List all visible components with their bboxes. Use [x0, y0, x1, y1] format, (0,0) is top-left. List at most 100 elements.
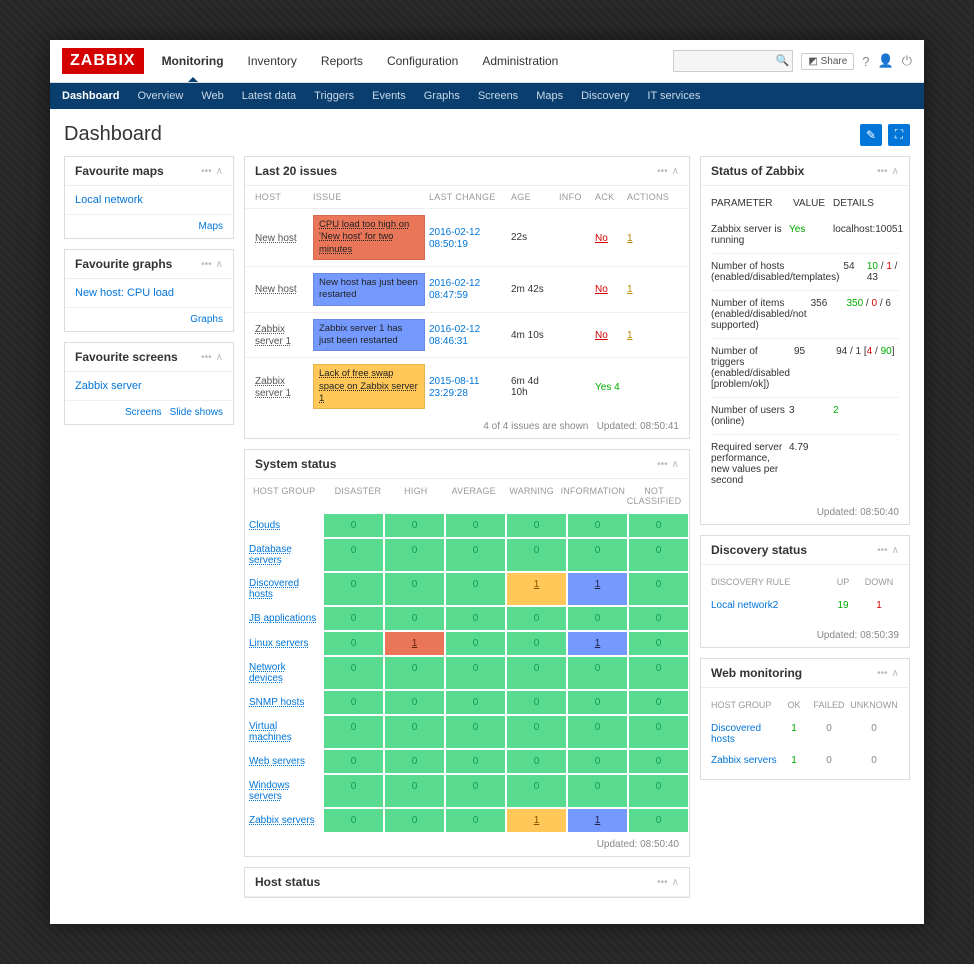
more-icon[interactable]: ••• — [657, 166, 668, 177]
collapse-icon[interactable]: ∧ — [892, 545, 899, 556]
more-icon[interactable]: ••• — [201, 259, 212, 270]
fav-screen-item[interactable]: Zabbix server — [75, 380, 142, 392]
more-icon[interactable]: ••• — [877, 668, 888, 679]
fav-graph-item[interactable]: New host: CPU load — [75, 287, 174, 299]
nav-reports[interactable]: Reports — [321, 54, 363, 68]
collapse-icon[interactable]: ∧ — [216, 166, 223, 177]
issue-badge[interactable]: New host has just been restarted — [313, 273, 425, 306]
col-host: HOST — [255, 192, 309, 202]
nav-administration[interactable]: Administration — [482, 54, 558, 68]
sysstatus-updated: Updated: 08:50:40 — [597, 839, 679, 850]
severity-cell[interactable]: 1 — [506, 808, 567, 833]
issue-host-link[interactable]: Zabbix server 1 — [255, 376, 291, 399]
collapse-icon[interactable]: ∧ — [672, 459, 679, 470]
help-icon[interactable]: ? — [862, 54, 869, 69]
issue-row: New host New host has just been restarte… — [245, 266, 689, 312]
more-icon[interactable]: ••• — [657, 877, 668, 888]
nav-monitoring[interactable]: Monitoring — [162, 54, 224, 68]
issue-lastchange[interactable]: 2016-02-1208:50:19 — [429, 227, 480, 250]
share-button[interactable]: ◩ Share — [801, 53, 854, 70]
issue-host-link[interactable]: Zabbix server 1 — [255, 324, 291, 347]
issue-badge[interactable]: CPU load too high on 'New host' for two … — [313, 215, 425, 260]
collapse-icon[interactable]: ∧ — [672, 877, 679, 888]
subnav-web[interactable]: Web — [201, 83, 223, 109]
graphs-link[interactable]: Graphs — [190, 314, 223, 325]
hostgroup-link[interactable]: Web servers — [245, 749, 323, 774]
issue-action[interactable]: 1 — [627, 233, 633, 244]
issue-ack[interactable]: No — [595, 233, 608, 244]
subnav-overview[interactable]: Overview — [137, 83, 183, 109]
discovery-rule-link[interactable]: Local network2 — [711, 600, 827, 611]
severity-cell[interactable]: 1 — [567, 572, 628, 606]
collapse-icon[interactable]: ∧ — [892, 166, 899, 177]
edit-dashboard-icon[interactable]: ✎ — [860, 124, 882, 146]
issue-action[interactable]: 1 — [627, 284, 633, 295]
subnav-maps[interactable]: Maps — [536, 83, 563, 109]
more-icon[interactable]: ••• — [657, 459, 668, 470]
hostgroup-link[interactable]: Linux servers — [245, 631, 323, 656]
status-row: Number of users (online)32 — [711, 398, 899, 435]
subnav-discovery[interactable]: Discovery — [581, 83, 629, 109]
maps-link[interactable]: Maps — [199, 221, 223, 232]
severity-cell[interactable]: 1 — [506, 572, 567, 606]
collapse-icon[interactable]: ∧ — [672, 166, 679, 177]
status-value: 3 — [789, 405, 829, 427]
nav-inventory[interactable]: Inventory — [248, 54, 297, 68]
subnav-triggers[interactable]: Triggers — [314, 83, 354, 109]
status-details: 10 / 1 / 43 — [867, 261, 899, 283]
issue-host-link[interactable]: New host — [255, 284, 297, 295]
fullscreen-icon[interactable]: ⛶ — [888, 124, 910, 146]
subnav-graphs[interactable]: Graphs — [424, 83, 460, 109]
issue-badge[interactable]: Lack of free swap space on Zabbix server… — [313, 364, 425, 409]
severity-cell[interactable]: 1 — [567, 631, 628, 656]
issue-host-link[interactable]: New host — [255, 233, 297, 244]
hostgroup-link[interactable]: Database servers — [245, 538, 323, 572]
subnav-latest-data[interactable]: Latest data — [242, 83, 296, 109]
hostgroup-link[interactable]: Windows servers — [245, 774, 323, 808]
hostgroup-link[interactable]: Discovered hosts — [245, 572, 323, 606]
discovery-up: 19 — [827, 600, 859, 611]
severity-cell[interactable]: 1 — [384, 631, 445, 656]
hostgroup-link[interactable]: JB applications — [245, 606, 323, 631]
collapse-icon[interactable]: ∧ — [216, 352, 223, 363]
hostgroup-link[interactable]: Clouds — [245, 513, 323, 538]
issue-action[interactable]: 1 — [627, 330, 633, 341]
issue-lastchange[interactable]: 2016-02-1208:47:59 — [429, 278, 480, 301]
severity-cell[interactable]: 1 — [567, 808, 628, 833]
subnav-screens[interactable]: Screens — [478, 83, 518, 109]
issue-badge[interactable]: Zabbix server 1 has just been restarted — [313, 319, 425, 352]
more-icon[interactable]: ••• — [201, 352, 212, 363]
webmon-hostgroup[interactable]: Discovered hosts — [711, 723, 779, 745]
user-icon[interactable]: 👤 — [878, 53, 894, 69]
hostgroup-link[interactable]: Network devices — [245, 656, 323, 690]
power-icon[interactable]: ⏻ — [902, 53, 912, 69]
status-row: Number of items (enabled/disabled/not su… — [711, 291, 899, 339]
screens-link[interactable]: Screens — [125, 407, 162, 418]
issue-ack[interactable]: No — [595, 330, 608, 341]
fav-map-item[interactable]: Local network — [75, 194, 143, 206]
issue-age: 4m 10s — [511, 330, 555, 341]
severity-cell: 0 — [445, 715, 506, 749]
sysstatus-row: Discovered hosts000110 — [245, 572, 689, 606]
collapse-icon[interactable]: ∧ — [892, 668, 899, 679]
issue-ack[interactable]: Yes 4 — [595, 382, 620, 393]
more-icon[interactable]: ••• — [201, 166, 212, 177]
hostgroup-link[interactable]: Virtual machines — [245, 715, 323, 749]
subnav-it-services[interactable]: IT services — [647, 83, 700, 109]
webmon-ok: 1 — [779, 723, 809, 745]
collapse-icon[interactable]: ∧ — [216, 259, 223, 270]
subnav-dashboard[interactable]: Dashboard — [62, 83, 119, 109]
hostgroup-link[interactable]: SNMP hosts — [245, 690, 323, 715]
severity-cell: 0 — [323, 774, 384, 808]
search-icon[interactable]: 🔍 — [776, 54, 790, 67]
slideshows-link[interactable]: Slide shows — [170, 407, 223, 418]
col-unknown: UNKNOWN — [849, 700, 899, 710]
hostgroup-link[interactable]: Zabbix servers — [245, 808, 323, 833]
issue-lastchange[interactable]: 2016-02-1208:46:31 — [429, 324, 480, 347]
more-icon[interactable]: ••• — [877, 545, 888, 556]
issue-ack[interactable]: No — [595, 284, 608, 295]
more-icon[interactable]: ••• — [877, 166, 888, 177]
nav-configuration[interactable]: Configuration — [387, 54, 458, 68]
issue-lastchange[interactable]: 2015-08-1123:29:28 — [429, 376, 479, 399]
subnav-events[interactable]: Events — [372, 83, 406, 109]
